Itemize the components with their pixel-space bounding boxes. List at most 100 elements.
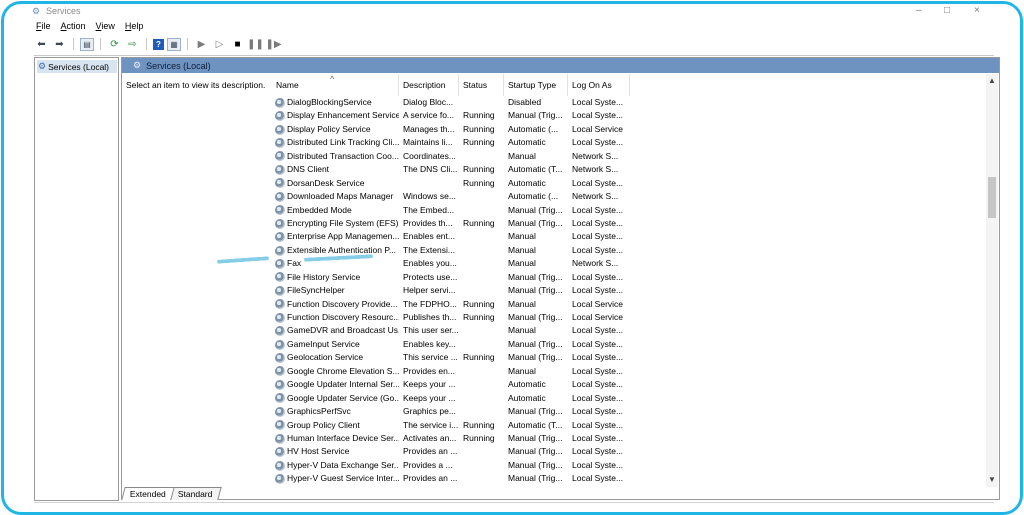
service-name-cell: DialogBlockingService — [275, 96, 399, 109]
service-log-on-as: Local Syste... — [572, 325, 624, 336]
pane-title: Services (Local) — [146, 60, 211, 71]
table-row[interactable]: DialogBlockingService Dialog Bloc... Disab… — [272, 96, 988, 109]
export-list-icon[interactable]: ⇨ — [125, 38, 140, 51]
service-status: Running — [463, 123, 495, 134]
service-gear-icon — [275, 232, 285, 243]
service-status: Running — [463, 352, 495, 363]
column-header-log-on-as[interactable]: Log On As — [568, 74, 630, 96]
table-row[interactable]: Encrypting File System (EFS) Provides th.… — [272, 217, 988, 230]
service-status: Running — [463, 164, 495, 175]
table-row[interactable]: Extensible Authentication P... The Extens… — [272, 244, 988, 257]
table-row[interactable]: DorsanDesk Service Running Automatic Local … — [272, 177, 988, 190]
service-log-on-as: Local Service — [572, 123, 624, 134]
table-row[interactable]: Function Discovery Provide... The FDPHO..… — [272, 298, 988, 311]
service-status: Running — [463, 137, 495, 148]
table-row[interactable]: Enterprise App Managemen... Enables ent..… — [272, 230, 988, 243]
start-service-alt-icon[interactable]: ▷ — [212, 38, 227, 51]
table-row[interactable]: File History Service Protects use... Manua… — [272, 271, 988, 284]
table-row[interactable]: Google Chrome Elevation S... Provides en.… — [272, 365, 988, 378]
refresh-icon[interactable]: ⟳ — [107, 38, 122, 51]
service-log-on-as: Local Syste... — [572, 271, 624, 282]
console-tree-icon[interactable]: ▤ — [80, 37, 94, 51]
service-startup-type: Manual (Trig... — [508, 110, 563, 121]
table-row[interactable]: Group Policy Client The service i... Runni… — [272, 419, 988, 432]
table-row[interactable]: GameInput Service Enables key... Manual (T… — [272, 338, 988, 351]
table-row[interactable]: Function Discovery Resourc... Publishes t… — [272, 311, 988, 324]
table-row[interactable]: GameDVR and Broadcast Us... This user ser… — [272, 324, 988, 337]
service-log-on-as: Local Service — [572, 298, 624, 309]
properties-icon[interactable]: ▦ — [167, 37, 181, 51]
table-row[interactable]: Embedded Mode The Embed... Manual (Trig...… — [272, 204, 988, 217]
service-description: Maintains li... — [403, 137, 453, 148]
table-row[interactable]: Distributed Link Tracking Cli... Maintain… — [272, 136, 988, 149]
pane-header: ⚙ Services (Local) — [122, 58, 999, 73]
service-log-on-as: Network S... — [572, 258, 619, 269]
table-row[interactable]: GraphicsPerfSvc Graphics pe... Manual (Tri… — [272, 405, 988, 418]
menu-help[interactable]: Help — [125, 18, 144, 34]
menu-file[interactable]: File — [36, 18, 51, 34]
service-gear-icon — [275, 326, 285, 337]
start-service-icon[interactable]: ▶ — [194, 38, 209, 51]
menu-action[interactable]: Action — [61, 18, 86, 34]
service-gear-icon — [275, 124, 285, 135]
column-header-description[interactable]: Description — [399, 74, 459, 96]
table-row[interactable]: Hyper-V Guest Service Inter... Provides a… — [272, 472, 988, 485]
service-description: Enables ent... — [403, 231, 455, 242]
table-row[interactable]: Display Enhancement Service A service fo.… — [272, 109, 988, 122]
tab-standard[interactable]: Standard — [169, 487, 222, 500]
service-name-cell: Hyper-V Data Exchange Ser... — [275, 459, 399, 472]
service-name-cell: Display Policy Service — [275, 123, 399, 136]
table-row[interactable]: Fax Enables you... Manual Network S... — [272, 257, 988, 270]
maximize-button[interactable]: □ — [944, 4, 950, 18]
service-startup-type: Manual (Trig... — [508, 312, 563, 322]
table-row[interactable]: DNS Client The DNS Cli... Running Automatic… — [272, 163, 988, 176]
services-node-icon: ⚙ — [38, 61, 47, 71]
column-header-startup-type[interactable]: Startup Type — [504, 74, 568, 96]
menu-view[interactable]: View — [96, 18, 115, 34]
tab-extended[interactable]: Extended — [121, 487, 175, 500]
table-row[interactable]: Google Updater Internal Ser... Keeps your… — [272, 378, 988, 391]
table-row[interactable]: Geolocation Service This service ... Runni… — [272, 351, 988, 364]
resume-service-icon[interactable]: ❚▶ — [265, 38, 281, 51]
service-gear-icon — [275, 420, 285, 431]
service-gear-icon — [275, 178, 285, 189]
scroll-thumb[interactable] — [988, 177, 996, 218]
service-name: Hyper-V Data Exchange Ser... — [287, 459, 399, 470]
service-name: GraphicsPerfSvc — [287, 406, 351, 417]
back-arrow-icon[interactable]: ⬅ — [34, 38, 49, 51]
service-description: Provides th... — [403, 217, 453, 228]
close-button[interactable]: × — [974, 4, 980, 18]
column-header-status[interactable]: Status — [459, 74, 504, 96]
table-row[interactable]: Human Interface Device Ser... Activates a… — [272, 432, 988, 445]
table-row[interactable]: FileSyncHelper Helper servi... Manual (Tri… — [272, 284, 988, 297]
forward-arrow-icon[interactable]: ➡ — [52, 38, 67, 51]
table-row[interactable]: Hyper-V Data Exchange Ser... Provides a .… — [272, 459, 988, 472]
service-name-cell: Distributed Link Tracking Cli... — [275, 136, 399, 149]
service-name-cell: Encrypting File System (EFS) — [275, 217, 399, 230]
table-row[interactable]: Distributed Transaction Coo... Coordinate… — [272, 150, 988, 163]
tree-item-services-local[interactable]: ⚙ Services (Local) — [37, 60, 117, 73]
table-row[interactable]: Google Updater Service (Go... Keeps your … — [272, 392, 988, 405]
service-name: Geolocation Service — [287, 352, 364, 363]
column-header-name[interactable]: ^ Name — [272, 74, 399, 96]
help-icon[interactable]: ? — [153, 38, 164, 50]
service-startup-type: Manual (Trig... — [508, 432, 563, 443]
stop-service-icon[interactable]: ■ — [230, 38, 245, 51]
service-gear-icon — [275, 473, 285, 484]
column-header-row: ^ Name Description Status Startup Type L… — [272, 74, 988, 96]
service-description: The Extensi... — [403, 244, 455, 255]
service-name-cell: DorsanDesk Service — [275, 177, 399, 190]
service-description: Protects use... — [403, 271, 458, 282]
service-gear-icon — [275, 366, 285, 377]
service-gear-icon — [275, 353, 285, 364]
vertical-scrollbar[interactable]: ▲ ▼ — [986, 74, 998, 487]
service-description: Provides en... — [403, 365, 455, 376]
table-row[interactable]: Display Policy Service Manages th... Runni… — [272, 123, 988, 136]
scroll-down-icon[interactable]: ▼ — [987, 475, 997, 485]
table-row[interactable]: HV Host Service Provides an ... Manual (Tr… — [272, 445, 988, 458]
table-row[interactable]: Downloaded Maps Manager Windows se... Auto… — [272, 190, 988, 203]
scroll-up-icon[interactable]: ▲ — [987, 76, 997, 86]
minimize-button[interactable]: – — [916, 4, 922, 18]
pause-service-icon[interactable]: ❚❚ — [247, 38, 264, 51]
service-description: Activates an... — [403, 432, 457, 443]
